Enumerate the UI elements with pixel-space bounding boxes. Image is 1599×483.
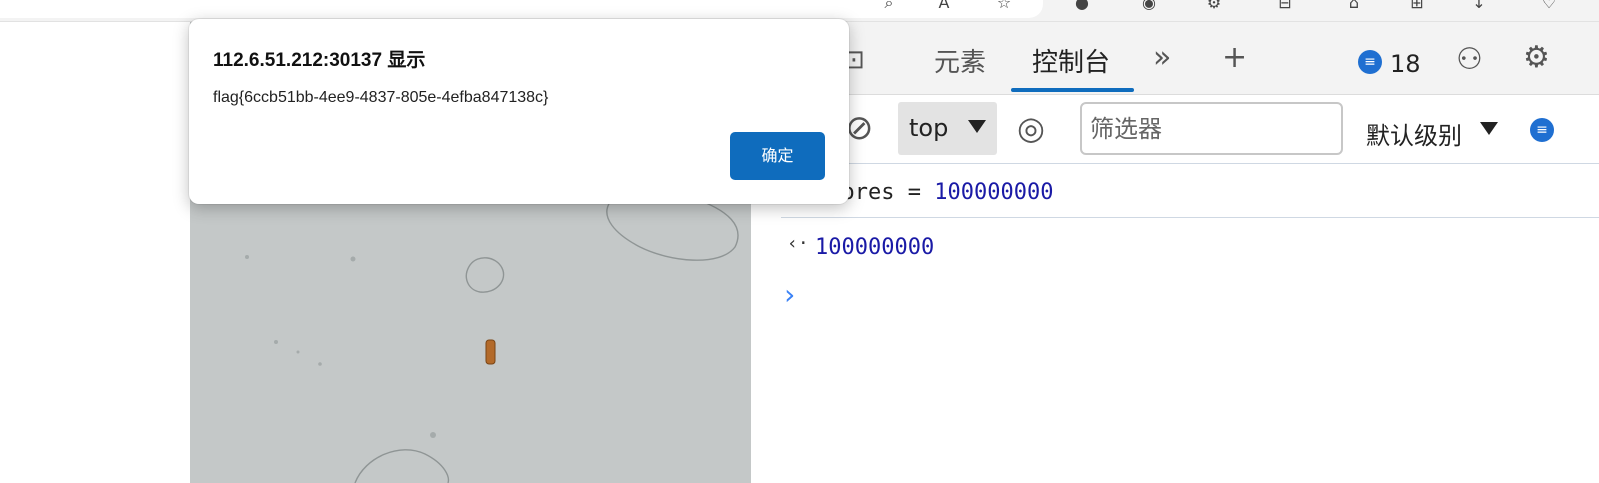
output-value: 100000000 [815,235,935,260]
issue-count[interactable]: 18 [1390,50,1421,78]
page-background [0,22,190,483]
prompt-chevron-icon: › [781,278,798,311]
console-output-line: ‹· 100000000 [781,219,1599,269]
active-tab-indicator [1011,88,1134,92]
context-selector[interactable]: top [898,102,997,155]
console-prompt-line[interactable]: › [781,270,1599,320]
settings-gear-icon[interactable]: ⚙ [1523,40,1550,76]
context-selector-value: top [909,114,949,142]
tab-elements[interactable]: 元素 [934,42,986,79]
filter-input[interactable] [1080,102,1343,155]
favorite-star-icon[interactable]: ☆ [995,0,1013,12]
issues-chat-icon[interactable]: ≡ [1358,50,1382,74]
input-value: 100000000 [934,180,1054,205]
asteroid-small-icon [465,257,505,293]
console-input-code: scores = 100000000 [815,180,1053,205]
log-level-selector[interactable]: 默认级别 [1366,116,1462,151]
collections-icon[interactable]: ⌂ [1345,0,1363,12]
add-tab-plus-icon[interactable]: + [1222,40,1247,76]
download-icon[interactable]: ↓ [1470,0,1488,12]
devtools-tabbar: ⊡ 元素 控制台 » + ≡ 18 ⚇ ⚙ [781,22,1599,95]
more-tabs-chevron-icon[interactable]: » [1153,40,1171,76]
share-icon[interactable]: ⊞ [1408,0,1426,12]
console-toolbar: ⊘ top ◎ 默认级别 ≡ [781,96,1599,164]
caret-down-icon [968,120,986,133]
alert-dialog: 112.6.51.212:30137 显示 flag{6ccb51bb-4ee9… [189,19,849,204]
font-size-icon[interactable]: A [935,0,953,12]
dialog-message: flag{6ccb51bb-4ee9-4837-805e-4efba847138… [213,89,549,106]
clear-console-icon[interactable]: ⊘ [845,110,874,146]
ok-button[interactable]: 确定 [730,132,825,180]
player-ship-icon [485,339,496,365]
dialog-title: 112.6.51.212:30137 显示 [213,50,426,71]
split-screen-icon[interactable]: ⊟ [1276,0,1294,12]
devtools-panel: ⊡ 元素 控制台 » + ≡ 18 ⚇ ⚙ ⊘ top ◎ 默认级别 ≡ › s… [781,22,1599,483]
caret-down-icon [1480,122,1498,135]
live-expression-eye-icon[interactable]: ◎ [1017,110,1045,146]
settings-icon[interactable]: ⚙ [1205,0,1223,12]
console-input-line: › scores = 100000000 [781,164,1599,218]
extension-icon[interactable]: ● [1073,0,1091,12]
security-icon[interactable]: ♡ [1540,0,1558,12]
issues-chat-icon[interactable]: ≡ [1530,118,1554,142]
tab-console[interactable]: 控制台 [1032,42,1110,79]
input-operator: = [894,180,935,205]
output-arrow-icon: ‹· [787,233,809,254]
search-icon[interactable]: ⌕ [880,0,898,12]
profile-avatar-icon[interactable]: ◉ [1140,0,1158,12]
customize-people-icon[interactable]: ⚇ [1456,42,1483,78]
asteroid-bottom-icon [354,449,450,483]
